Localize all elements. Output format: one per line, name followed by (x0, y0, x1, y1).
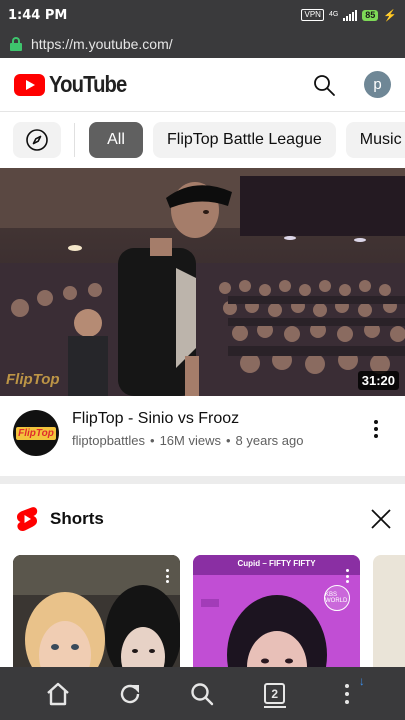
youtube-header: YouTube p (0, 58, 405, 112)
video-title[interactable]: FlipTop - Sinio vs Frooz (72, 410, 239, 428)
chip-divider (74, 123, 75, 157)
home-button[interactable] (42, 678, 74, 710)
status-time: 1:44 PM (8, 7, 68, 23)
search-icon[interactable] (312, 73, 336, 97)
chip-fliptop[interactable]: FlipTop Battle League (153, 122, 336, 158)
charging-icon: ⚡ (383, 9, 397, 22)
video-thumbnail[interactable]: FlipTop 31:20 (0, 168, 405, 396)
filter-chips: All FlipTop Battle League Music (0, 112, 405, 168)
view-count: 16M views (159, 433, 221, 448)
browser-toolbar: 2 ↓ (0, 667, 405, 720)
toolbar-search-button[interactable] (186, 678, 218, 710)
short-thumbnail (193, 555, 360, 667)
channel-name: fliptopbattles (72, 433, 145, 448)
shorts-shelf: Cupid – FIFTY FIFTY KBS WORLD (0, 552, 405, 667)
short-card[interactable]: Cupid – FIFTY FIFTY KBS WORLD (193, 555, 360, 667)
tabs-underline (263, 705, 286, 708)
shorts-title: Shorts (50, 509, 104, 528)
short-card[interactable] (373, 555, 405, 667)
home-icon (47, 682, 69, 705)
compass-icon (26, 129, 48, 151)
shorts-header: Shorts (0, 484, 405, 552)
section-divider (0, 476, 405, 484)
video-meta: fliptopbattles • 16M views • 8 years ago (72, 433, 303, 448)
shorts-icon (17, 507, 38, 532)
video-info[interactable]: FlipTop FlipTop - Sinio vs Frooz fliptop… (0, 396, 405, 476)
network-type: 4G (328, 11, 339, 18)
reload-icon (121, 684, 140, 703)
status-icons: VPN 4G 85 ⚡ (301, 9, 397, 22)
menu-button[interactable]: ↓ (331, 674, 365, 710)
vpn-indicator: VPN (301, 9, 324, 21)
channel-avatar[interactable]: FlipTop (13, 410, 59, 456)
short-caption: Cupid – FIFTY FIFTY (237, 559, 316, 568)
address-bar[interactable]: https://m.youtube.com/ (0, 30, 405, 58)
url-text[interactable]: https://m.youtube.com/ (31, 36, 173, 52)
upload-age: 8 years ago (235, 433, 304, 448)
more-icon (344, 683, 349, 704)
lock-icon (10, 37, 22, 51)
short-thumbnail (13, 555, 180, 667)
search-icon (191, 682, 214, 705)
meta-separator: • (225, 433, 231, 448)
video-menu-icon[interactable] (366, 418, 386, 440)
tab-count: 2 (264, 683, 286, 704)
short-menu-icon[interactable] (166, 569, 170, 583)
signal-icon (343, 9, 358, 21)
youtube-logo[interactable]: YouTube (14, 71, 137, 98)
kbs-badge: KBS WORLD (324, 585, 350, 611)
youtube-wordmark: YouTube (49, 71, 127, 97)
close-icon[interactable] (370, 508, 392, 530)
chip-all[interactable]: All (89, 122, 143, 158)
chip-music[interactable]: Music (345, 122, 405, 158)
channel-avatar-logo: FlipTop (16, 426, 56, 440)
video-duration: 31:20 (357, 371, 399, 390)
meta-separator: • (150, 433, 155, 448)
battery-icon: 85 (362, 9, 379, 21)
youtube-play-icon (14, 73, 45, 96)
download-badge-icon: ↓ (358, 673, 365, 688)
short-menu-icon[interactable] (346, 569, 350, 583)
status-bar: 1:44 PM VPN 4G 85 ⚡ (0, 0, 405, 30)
reload-button[interactable] (114, 678, 146, 710)
account-avatar[interactable]: p (364, 71, 391, 98)
short-card[interactable] (13, 555, 180, 667)
explore-button[interactable] (13, 122, 61, 158)
thumbnail-image (0, 168, 405, 396)
tabs-button[interactable]: 2 (259, 678, 291, 710)
thumbnail-watermark: FlipTop (6, 371, 60, 388)
